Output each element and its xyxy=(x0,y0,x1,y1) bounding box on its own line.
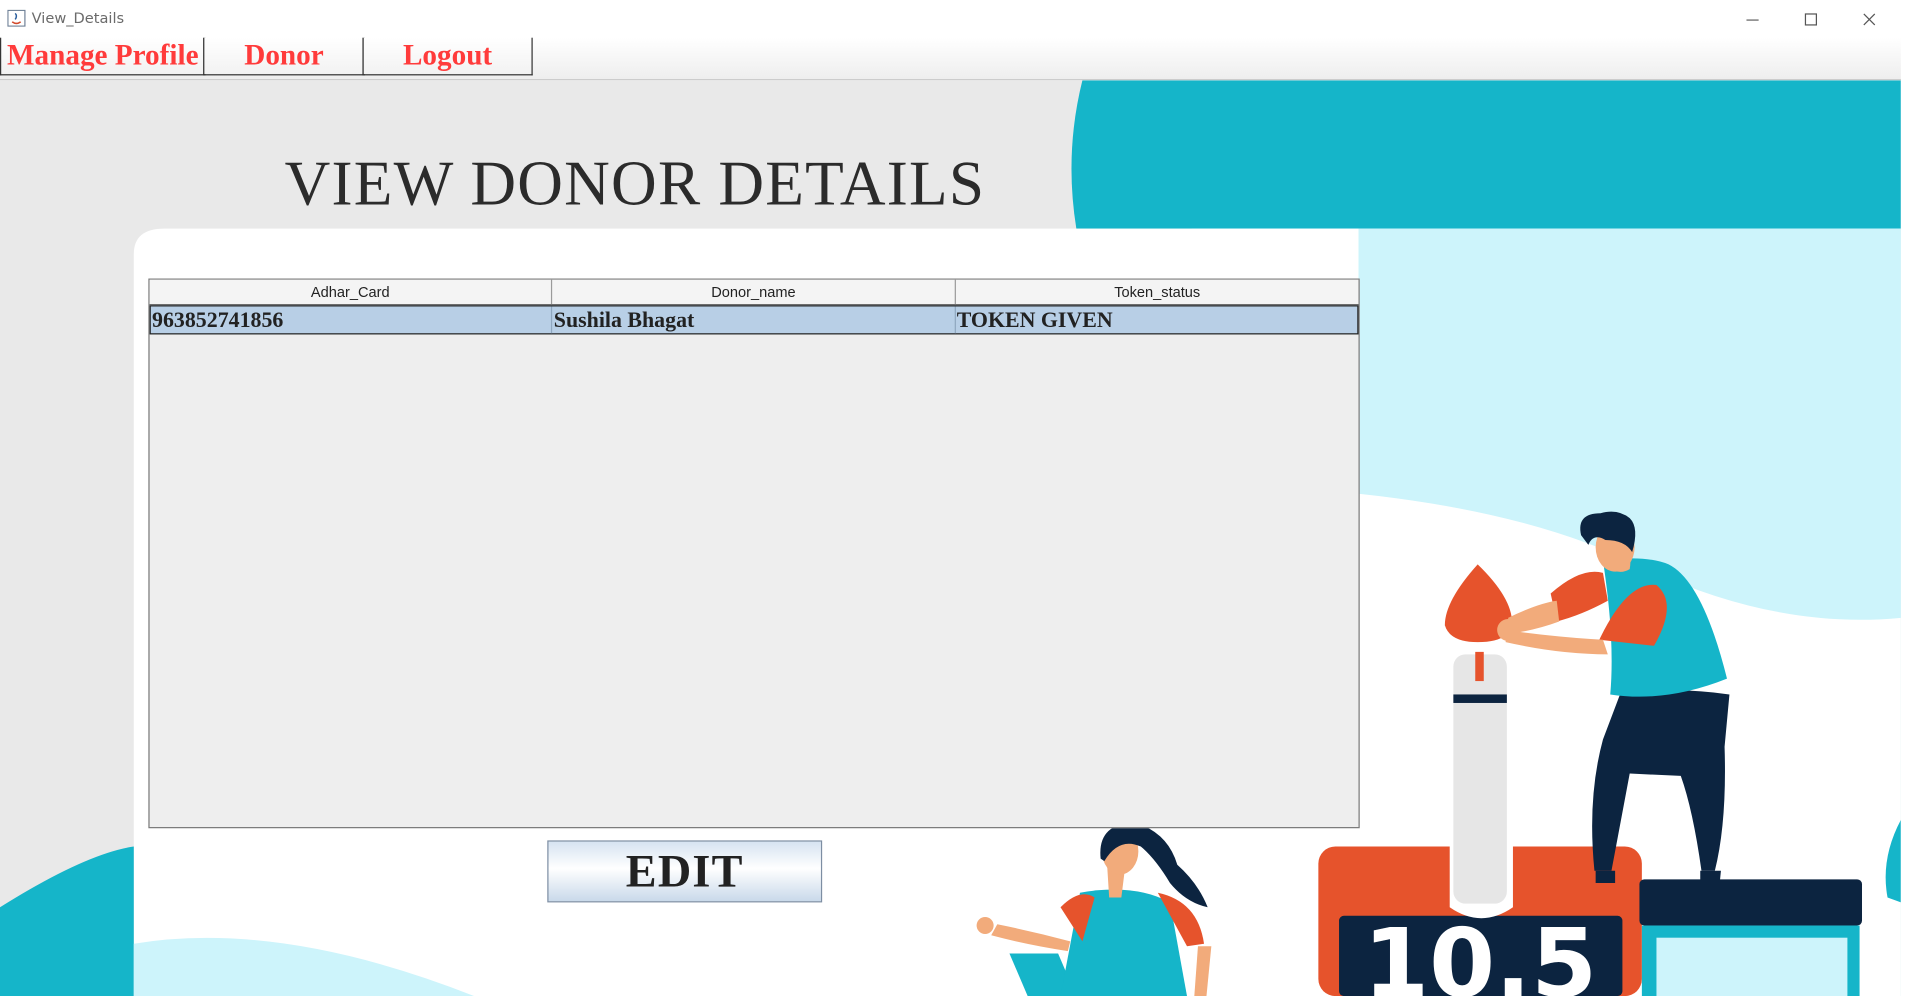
menu-logout[interactable]: Logout xyxy=(362,37,533,76)
table-row[interactable]: 963852741856 Sushila Bhagat TOKEN GIVEN xyxy=(149,305,1359,335)
menu-donor[interactable]: Donor xyxy=(203,37,365,76)
minimize-button[interactable] xyxy=(1725,0,1781,38)
column-header-donor-name[interactable]: Donor_name xyxy=(552,279,956,305)
close-icon xyxy=(1863,12,1876,25)
close-button[interactable] xyxy=(1841,0,1897,38)
window-title: View_Details xyxy=(31,9,125,27)
menu-bar: Manage Profile Donor Logout xyxy=(0,37,1901,81)
cell-donor-name[interactable]: Sushila Bhagat xyxy=(553,306,956,334)
maximize-button[interactable] xyxy=(1783,0,1839,38)
table-header: Adhar_Card Donor_name Token_status xyxy=(149,279,1359,306)
cell-token-status[interactable]: TOKEN GIVEN xyxy=(956,306,1358,333)
java-app-icon xyxy=(7,9,26,27)
minimize-icon xyxy=(1746,18,1759,21)
menu-manage-profile[interactable]: Manage Profile xyxy=(0,37,206,76)
window-edge xyxy=(1900,80,1907,996)
page-title: VIEW DONOR DETAILS xyxy=(284,149,986,219)
page: View_Details Manage Profile Donor Logout xyxy=(0,0,1907,996)
edit-button[interactable]: EDIT xyxy=(547,840,823,903)
maximize-icon xyxy=(1804,12,1818,25)
main-content: 10.5 VIEW DONOR DETAILS Adhar_Card Donor… xyxy=(0,80,1901,996)
column-header-adhar-card[interactable]: Adhar_Card xyxy=(150,279,553,305)
donor-table: Adhar_Card Donor_name Token_status 96385… xyxy=(148,278,1360,829)
cell-adhar-card[interactable]: 963852741856 xyxy=(151,306,553,334)
column-header-token-status[interactable]: Token_status xyxy=(956,280,1359,304)
machine-readout: 10.5 xyxy=(1363,909,1597,996)
window-titlebar: View_Details xyxy=(0,0,1907,38)
